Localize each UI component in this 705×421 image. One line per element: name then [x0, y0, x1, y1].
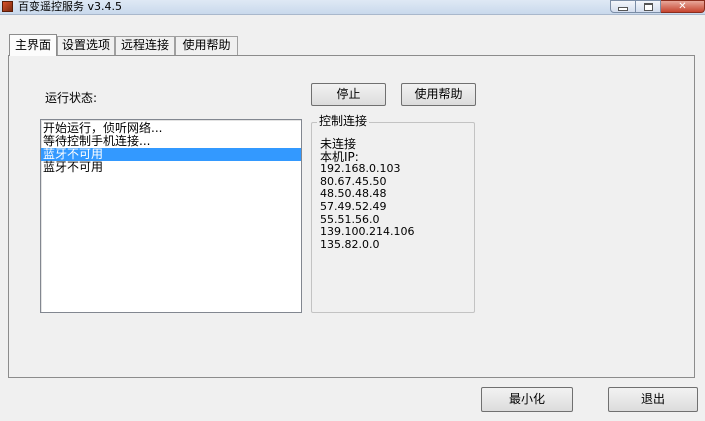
control-connection-group: 控制连接 未连接 本机IP: 192.168.0.103 80.67.45.50…	[311, 114, 475, 313]
tab-help-label: 使用帮助	[182, 38, 231, 52]
maximize-icon	[643, 2, 653, 11]
list-item[interactable]: 蓝牙不可用	[41, 161, 301, 174]
minimize-icon	[618, 6, 628, 11]
tab-settings-label: 设置选项	[61, 38, 110, 52]
tab-main[interactable]: 主界面	[9, 34, 57, 56]
app-icon	[2, 1, 13, 12]
tab-help[interactable]: 使用帮助	[175, 36, 238, 55]
maximize-window-button[interactable]	[636, 0, 661, 13]
connection-info: 未连接 本机IP: 192.168.0.103 80.67.45.50 48.5…	[320, 138, 414, 251]
tab-main-label: 主界面	[14, 38, 51, 52]
minimize-window-button[interactable]	[610, 0, 636, 13]
exit-button[interactable]: 退出	[608, 387, 698, 412]
ip-address: 192.168.0.103	[320, 162, 401, 176]
help-button[interactable]: 使用帮助	[401, 83, 476, 106]
tab-remote-connection[interactable]: 远程连接	[115, 36, 175, 55]
stop-button[interactable]: 停止	[311, 83, 386, 106]
group-title: 控制连接	[317, 114, 370, 129]
window-title: 百变遥控服务 v3.4.5	[18, 0, 122, 13]
close-window-button[interactable]: ✕	[661, 0, 705, 13]
ip-address: 139.100.214.106	[320, 225, 415, 239]
tab-remote-connection-label: 远程连接	[120, 38, 169, 52]
connection-status: 未连接	[320, 137, 357, 151]
title-bar[interactable]: 百变遥控服务 v3.4.5 ✕	[0, 0, 705, 15]
run-status-label: 运行状态:	[45, 91, 98, 105]
ip-address: 135.82.0.0	[320, 237, 380, 251]
ip-address: 57.49.52.49	[320, 199, 387, 213]
main-tab-panel: 运行状态: 停止 使用帮助 开始运行，侦听网络... 等待控制手机连接... 蓝…	[8, 55, 695, 378]
tab-settings[interactable]: 设置选项	[57, 36, 115, 55]
status-log-list[interactable]: 开始运行，侦听网络... 等待控制手机连接... 蓝牙不可用 蓝牙不可用	[40, 119, 302, 313]
close-icon: ✕	[678, 0, 687, 12]
window-controls: ✕	[610, 0, 705, 13]
minimize-button[interactable]: 最小化	[481, 387, 573, 412]
